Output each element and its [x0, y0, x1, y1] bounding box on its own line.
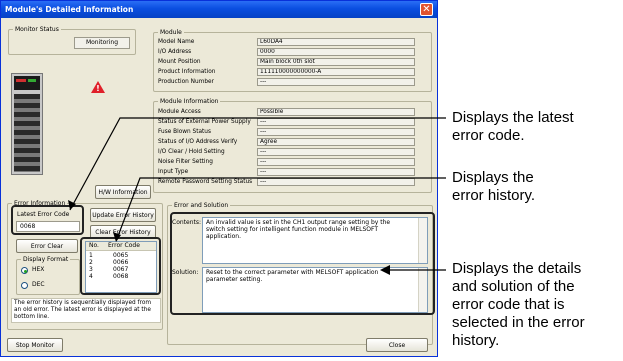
annotation-latest: Displays the latest error code. — [452, 109, 574, 144]
annotation-details: Displays the details and solution of the… — [452, 260, 585, 349]
annotation-history: Displays the error history. — [452, 169, 536, 204]
